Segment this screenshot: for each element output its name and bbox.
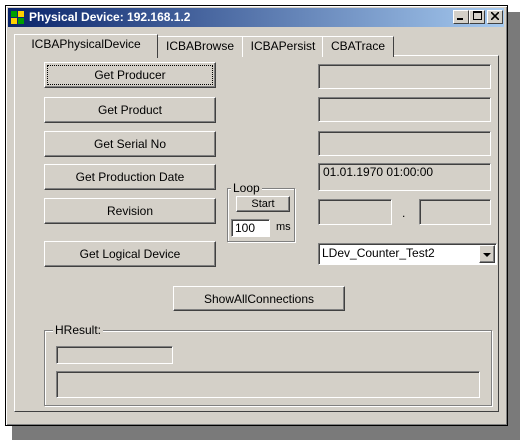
tab-icbaphysicaldevice[interactable]: ICBAPhysicalDevice xyxy=(14,34,158,58)
get-serial-no-button[interactable]: Get Serial No xyxy=(44,131,216,157)
hresult-code-field xyxy=(56,346,173,364)
product-field xyxy=(318,97,491,122)
logical-device-dropdown-button[interactable] xyxy=(479,245,495,263)
window-title: Physical Device: 192.168.1.2 xyxy=(29,10,191,24)
production-date-field: 01.01.1970 01:00:00 xyxy=(318,163,491,191)
app-icon xyxy=(11,11,24,24)
producer-field xyxy=(318,64,491,89)
tab-cbatrace[interactable]: CBATrace xyxy=(322,36,394,57)
get-logical-device-button[interactable]: Get Logical Device xyxy=(44,241,216,267)
minimize-icon xyxy=(457,11,465,23)
tab-icbabrowse[interactable]: ICBABrowse xyxy=(156,36,244,57)
get-product-button[interactable]: Get Product xyxy=(44,97,216,123)
maximize-icon xyxy=(472,11,482,23)
tab-label: ICBAPersist xyxy=(250,39,316,53)
revision-major-field xyxy=(318,199,392,225)
revision-separator: . xyxy=(402,206,406,220)
loop-start-button[interactable]: Start xyxy=(236,196,290,212)
loop-unit-label: ms xyxy=(276,221,291,233)
hresult-message-field xyxy=(56,371,480,398)
get-production-date-button[interactable]: Get Production Date xyxy=(44,164,216,190)
close-icon xyxy=(490,11,500,23)
minimize-button[interactable] xyxy=(453,10,469,24)
show-all-connections-button[interactable]: ShowAllConnections xyxy=(173,286,345,311)
logical-device-select[interactable]: LDev_Counter_Test2 xyxy=(318,243,497,265)
tab-label: ICBABrowse xyxy=(165,39,235,53)
serial-no-field xyxy=(318,131,491,156)
close-button[interactable] xyxy=(487,10,503,24)
revision-button[interactable]: Revision xyxy=(44,198,216,224)
revision-minor-field xyxy=(419,199,491,225)
loop-interval-input[interactable]: 100 xyxy=(231,219,270,237)
maximize-button[interactable] xyxy=(469,10,485,24)
tab-icbapersist[interactable]: ICBAPersist xyxy=(242,36,324,57)
tab-label: ICBAPhysicalDevice xyxy=(31,37,141,51)
loop-label: Loop xyxy=(231,181,262,195)
tab-label: CBATrace xyxy=(330,39,385,53)
dropdown-arrow-icon xyxy=(483,247,491,261)
logical-device-selected: LDev_Counter_Test2 xyxy=(322,246,435,260)
get-producer-button[interactable]: Get Producer xyxy=(44,62,216,88)
hresult-label: HResult: xyxy=(53,323,104,337)
